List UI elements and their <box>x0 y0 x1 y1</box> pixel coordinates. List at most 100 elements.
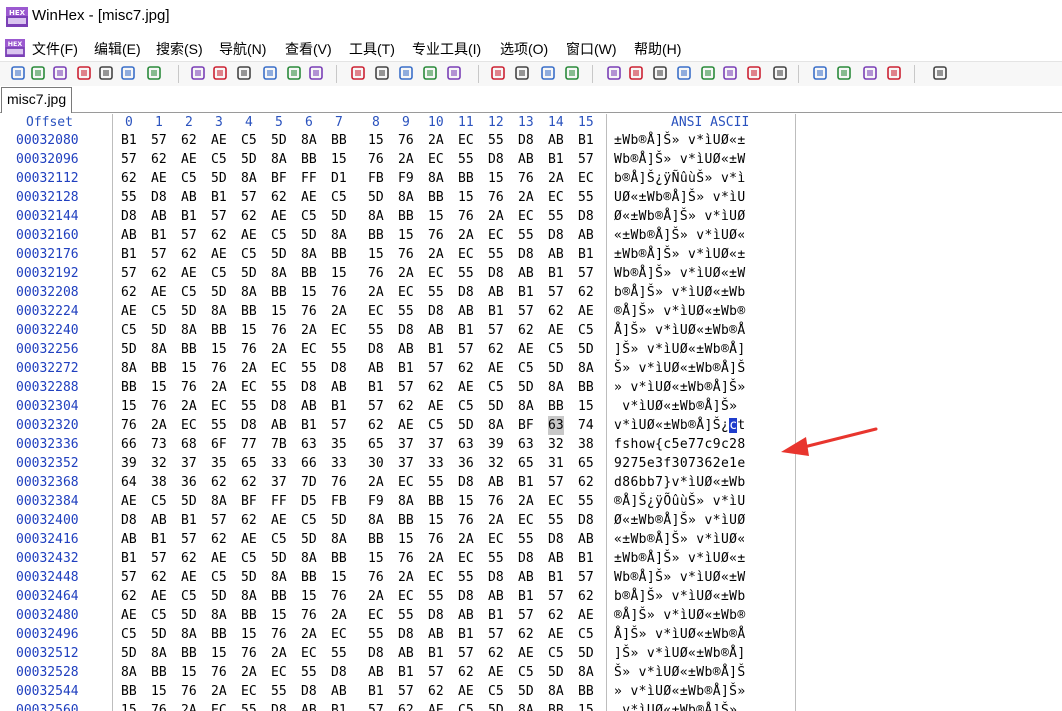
hex-byte[interactable]: AE <box>428 397 444 416</box>
hex-byte[interactable]: FF <box>301 169 317 188</box>
hex-byte[interactable]: 15 <box>331 264 347 283</box>
hex-byte[interactable]: C5 <box>121 321 137 340</box>
hex-byte[interactable]: D8 <box>398 321 414 340</box>
menu-navigation[interactable]: 导航(N) <box>219 39 266 59</box>
hex-byte[interactable]: 8A <box>151 340 167 359</box>
ascii-text[interactable]: Wb®Å]Š» v*ìUØ«±W <box>614 264 746 283</box>
hex-byte[interactable]: AE <box>151 283 167 302</box>
hex-byte[interactable]: 76 <box>428 226 444 245</box>
hex-byte[interactable]: 8A <box>578 359 594 378</box>
ascii-text[interactable]: ®Å]Š¿ÿÕûùŠ» v*ìU <box>614 492 746 511</box>
hex-byte[interactable]: EC <box>331 625 347 644</box>
hex-byte[interactable]: 76 <box>121 416 137 435</box>
hex-byte[interactable]: 5D <box>271 131 287 150</box>
hex-byte[interactable]: 76 <box>331 473 347 492</box>
hex-byte[interactable]: BB <box>398 207 414 226</box>
hex-byte[interactable]: 15 <box>428 511 444 530</box>
hex-byte[interactable]: 62 <box>241 511 257 530</box>
hex-byte[interactable]: 5D <box>518 378 534 397</box>
hex-byte[interactable]: AE <box>488 359 504 378</box>
hex-byte[interactable]: C5 <box>241 549 257 568</box>
hex-byte[interactable]: BB <box>301 150 317 169</box>
hex-byte[interactable]: D8 <box>518 549 534 568</box>
hex-byte[interactable]: 8A <box>398 188 414 207</box>
hex-byte[interactable]: 76 <box>271 321 287 340</box>
hex-byte[interactable]: BB <box>548 701 564 711</box>
hex-byte[interactable]: EC <box>488 226 504 245</box>
hex-byte[interactable]: 57 <box>368 701 384 711</box>
hex-byte[interactable]: B1 <box>331 397 347 416</box>
menu-edit[interactable]: 编辑(E) <box>94 39 141 59</box>
open-file-icon[interactable] <box>30 65 46 81</box>
hex-byte[interactable]: 2A <box>368 587 384 606</box>
hex-byte[interactable]: BB <box>368 530 384 549</box>
hex-byte[interactable]: 57 <box>518 302 534 321</box>
hex-byte[interactable]: D8 <box>428 606 444 625</box>
hex-byte[interactable]: 2A <box>488 207 504 226</box>
hex-byte[interactable]: B1 <box>121 131 137 150</box>
hex-byte[interactable]: 57 <box>428 663 444 682</box>
menu-file[interactable]: 文件(F) <box>32 39 78 59</box>
hex-byte[interactable]: 5D <box>271 245 287 264</box>
hex-byte[interactable]: EC <box>578 169 594 188</box>
hex-byte[interactable]: 8A <box>331 226 347 245</box>
hex-byte[interactable]: 76 <box>151 701 167 711</box>
hex-byte[interactable]: 8A <box>368 207 384 226</box>
hex-byte[interactable]: 76 <box>241 644 257 663</box>
hex-byte[interactable]: 57 <box>211 207 227 226</box>
hex-byte[interactable]: 57 <box>548 587 564 606</box>
menu-help[interactable]: 帮助(H) <box>634 39 681 59</box>
hex-row[interactable]: 00032096 57 62 AE C5 5D 8A BB 15 76 2A EC 55 D8 AB B1 57… <box>0 150 795 169</box>
hex-byte[interactable]: 76 <box>301 606 317 625</box>
hex-byte[interactable]: D8 <box>271 397 287 416</box>
hex-byte[interactable]: 5D <box>121 644 137 663</box>
hex-byte[interactable]: AB <box>488 473 504 492</box>
hex-byte[interactable]: 2A <box>428 245 444 264</box>
hex-byte[interactable]: 76 <box>398 549 414 568</box>
hex-byte[interactable]: 55 <box>488 549 504 568</box>
hex-byte[interactable]: B1 <box>121 549 137 568</box>
hex-byte[interactable]: 55 <box>398 606 414 625</box>
hex-byte[interactable]: 35 <box>211 454 227 473</box>
hex-byte[interactable]: AE <box>458 378 474 397</box>
hex-byte[interactable]: AB <box>301 397 317 416</box>
hex-byte[interactable]: BB <box>578 378 594 397</box>
hex-byte[interactable]: 8A <box>301 131 317 150</box>
ascii-text[interactable]: ±Wb®Å]Š» v*ìUØ«± <box>614 245 746 264</box>
copy-icon[interactable] <box>212 65 228 81</box>
hex-byte[interactable]: 5D <box>301 226 317 245</box>
hex-byte[interactable]: BB <box>398 511 414 530</box>
replace-hex-icon[interactable] <box>446 65 462 81</box>
hex-byte[interactable]: EC <box>368 606 384 625</box>
hex-byte[interactable]: 77 <box>241 435 257 454</box>
hex-byte[interactable]: 2A <box>331 606 347 625</box>
hex-byte[interactable]: 63 <box>518 435 534 454</box>
hex-byte[interactable]: AE <box>428 701 444 711</box>
menu-search[interactable]: 搜索(S) <box>156 39 203 59</box>
hex-byte[interactable]: AB <box>398 340 414 359</box>
ascii-text[interactable]: ®Å]Š» v*ìUØ«±Wb® <box>614 302 746 321</box>
hex-byte[interactable]: BB <box>181 340 197 359</box>
hex-byte[interactable]: 76 <box>398 245 414 264</box>
hex-byte[interactable]: B1 <box>428 340 444 359</box>
find-icon[interactable] <box>350 65 366 81</box>
hex-byte[interactable]: 57 <box>151 131 167 150</box>
hex-byte[interactable]: 35 <box>331 435 347 454</box>
hex-byte[interactable]: 2A <box>368 473 384 492</box>
hex-byte[interactable]: C5 <box>211 568 227 587</box>
hex-byte[interactable]: B1 <box>428 644 444 663</box>
hex-byte[interactable]: D8 <box>548 530 564 549</box>
gear-icon[interactable] <box>772 65 788 81</box>
hex-byte[interactable]: 32 <box>151 454 167 473</box>
hex-byte[interactable]: C5 <box>301 511 317 530</box>
hex-byte[interactable]: 15 <box>121 701 137 711</box>
hex-byte[interactable]: 57 <box>151 549 167 568</box>
hex-byte[interactable]: AB <box>181 188 197 207</box>
hex-byte[interactable]: 15 <box>488 169 504 188</box>
hex-byte[interactable]: 57 <box>428 359 444 378</box>
hex-byte[interactable]: 57 <box>578 568 594 587</box>
hex-byte[interactable]: C5 <box>518 359 534 378</box>
prev-icon[interactable] <box>862 65 878 81</box>
hex-byte[interactable]: 15 <box>458 188 474 207</box>
hex-byte[interactable]: D8 <box>458 283 474 302</box>
